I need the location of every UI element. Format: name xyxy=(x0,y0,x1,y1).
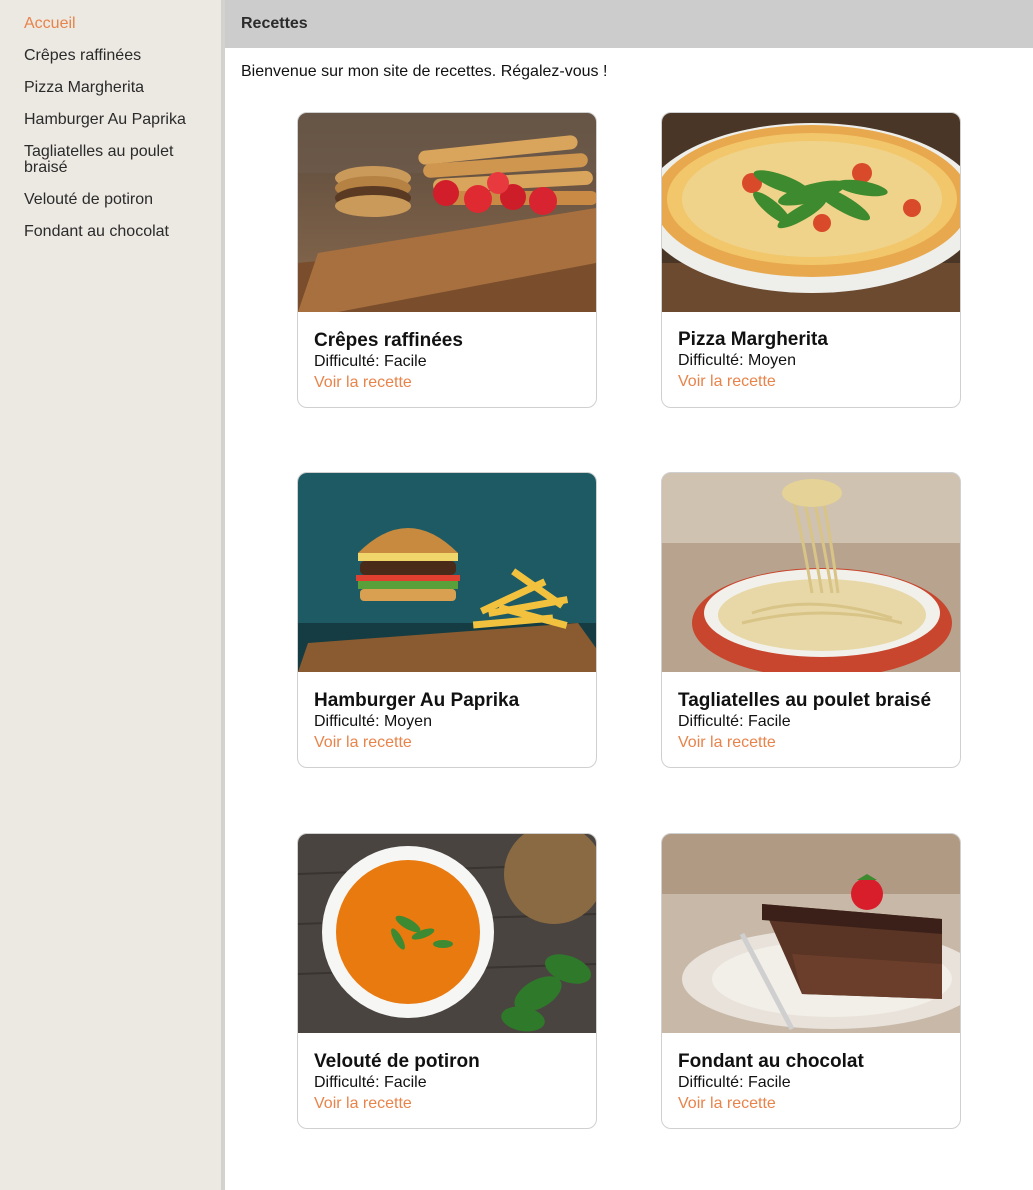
recipe-card-hamburger[interactable]: Hamburger Au Paprika Difficulté: Moyen V… xyxy=(297,472,597,768)
view-recipe-link[interactable]: Voir la recette xyxy=(678,1095,776,1113)
recipe-difficulty: Difficulté: Moyen xyxy=(314,713,432,730)
recipe-image-pizza xyxy=(662,113,960,312)
recipe-card-crepes[interactable]: Crêpes raffinées Difficulté: Facile Voir… xyxy=(297,112,597,408)
view-recipe-link[interactable]: Voir la recette xyxy=(314,734,412,752)
sidebar-item-fondant[interactable]: Fondant au chocolat xyxy=(24,224,209,240)
recipe-card-veloute[interactable]: Velouté de potiron Difficulté: Facile Vo… xyxy=(297,833,597,1129)
recipe-title: Crêpes raffinées xyxy=(314,330,463,351)
recipe-title: Velouté de potiron xyxy=(314,1051,480,1072)
sidebar-item-accueil[interactable]: Accueil xyxy=(24,16,209,32)
recipe-card-tagliatelles[interactable]: Tagliatelles au poulet braisé Difficulté… xyxy=(661,472,961,768)
recipe-title: Fondant au chocolat xyxy=(678,1051,864,1072)
welcome-text: Bienvenue sur mon site de recettes. Réga… xyxy=(241,63,608,80)
sidebar: Accueil Crêpes raffinées Pizza Margherit… xyxy=(0,0,221,1190)
recipe-difficulty: Difficulté: Facile xyxy=(314,1074,427,1091)
recipe-image-fondant xyxy=(662,834,960,1033)
recipe-card-pizza[interactable]: Pizza Margherita Difficulté: Moyen Voir … xyxy=(661,112,961,408)
recipe-title: Pizza Margherita xyxy=(678,329,828,350)
sidebar-item-hamburger[interactable]: Hamburger Au Paprika xyxy=(24,112,209,128)
view-recipe-link[interactable]: Voir la recette xyxy=(314,1095,412,1113)
sidebar-item-tagliatelles[interactable]: Tagliatelles au poulet braisé xyxy=(24,144,184,176)
view-recipe-link[interactable]: Voir la recette xyxy=(314,374,412,392)
recipe-title: Hamburger Au Paprika xyxy=(314,690,520,711)
view-recipe-link[interactable]: Voir la recette xyxy=(678,734,776,752)
page-title: Recettes xyxy=(241,15,308,32)
recipe-difficulty: Difficulté: Facile xyxy=(678,713,791,730)
view-recipe-link[interactable]: Voir la recette xyxy=(678,373,776,391)
recipe-difficulty: Difficulté: Facile xyxy=(314,353,427,370)
recipe-title: Tagliatelles au poulet braisé xyxy=(678,690,932,711)
sidebar-item-crepes[interactable]: Crêpes raffinées xyxy=(24,48,209,64)
sidebar-divider xyxy=(221,0,225,1190)
recipe-image-veloute xyxy=(298,834,596,1033)
recipe-difficulty: Difficulté: Facile xyxy=(678,1074,791,1091)
recipe-card-fondant[interactable]: Fondant au chocolat Difficulté: Facile V… xyxy=(661,833,961,1129)
recipe-image-hamburger xyxy=(298,473,596,672)
recipe-difficulty: Difficulté: Moyen xyxy=(678,352,796,369)
recipe-image-tagliatelles xyxy=(662,473,960,672)
recipe-image-crepes xyxy=(298,113,596,312)
sidebar-item-pizza[interactable]: Pizza Margherita xyxy=(24,80,209,96)
top-bar: Recettes xyxy=(225,0,1033,48)
sidebar-item-veloute[interactable]: Velouté de potiron xyxy=(24,192,209,208)
